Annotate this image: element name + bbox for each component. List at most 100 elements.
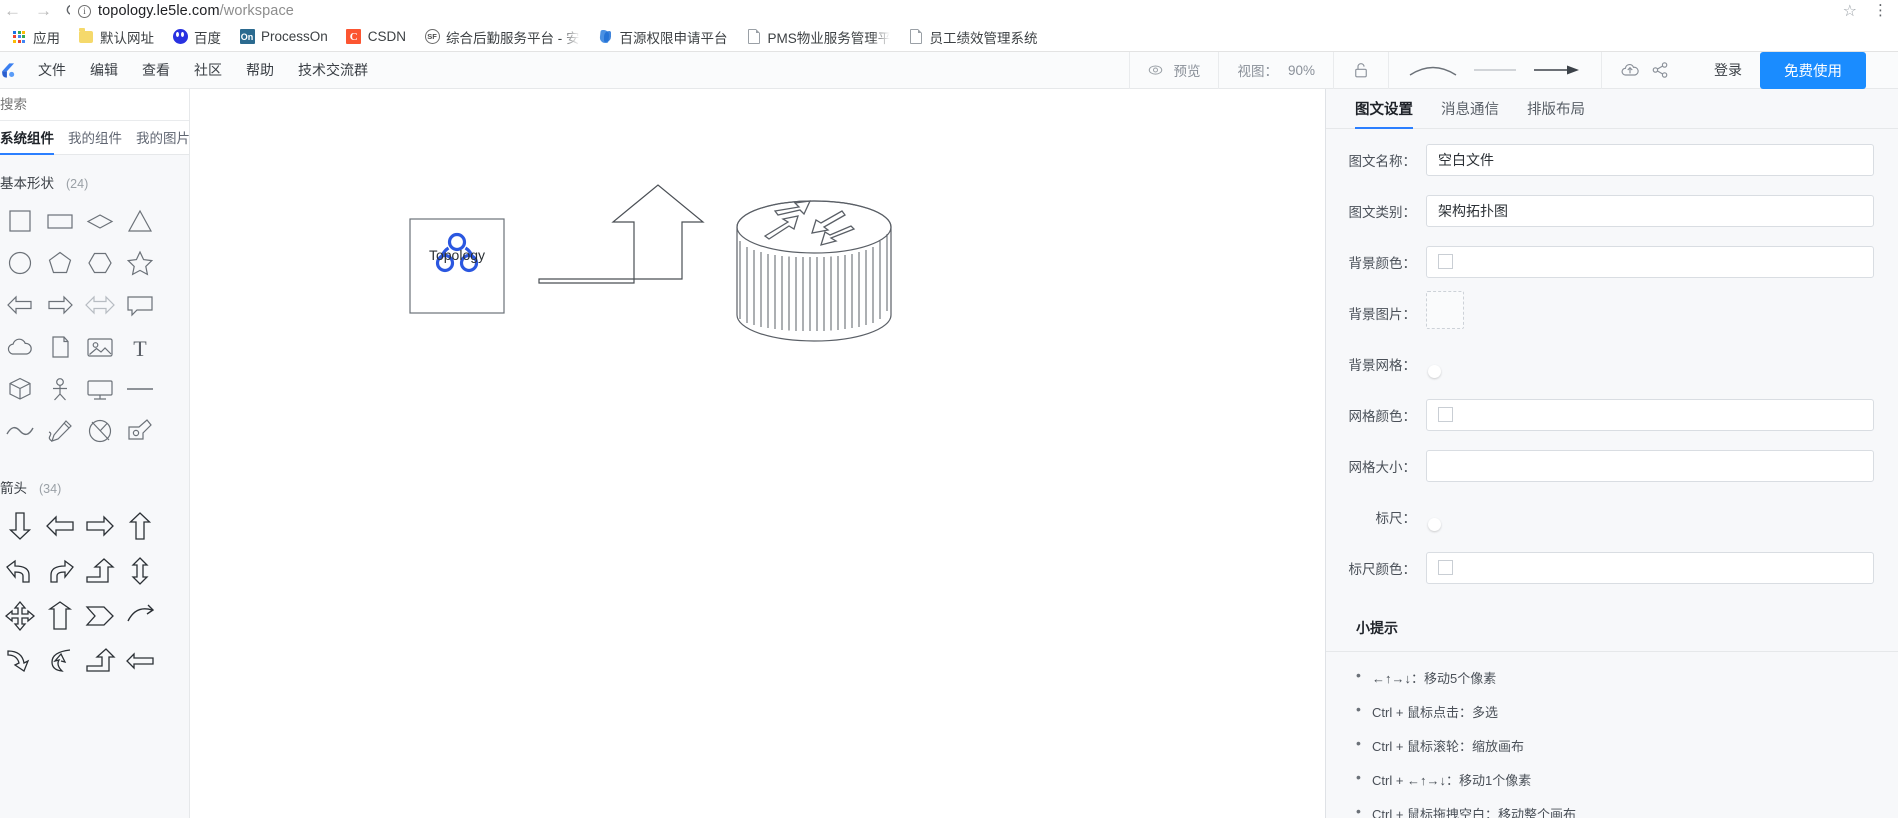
star-icon[interactable]: ☆: [1843, 1, 1857, 21]
shape-arrow-curve-down[interactable]: [0, 640, 40, 681]
topology-node[interactable]: Topology: [409, 218, 505, 314]
shape-arrow-swirl[interactable]: [40, 640, 80, 681]
shape-circle[interactable]: [0, 242, 40, 283]
view-zoom-control[interactable]: 视图： 90%: [1218, 51, 1333, 89]
graph-name-field[interactable]: [1426, 143, 1874, 176]
lock-button[interactable]: [1333, 51, 1388, 89]
bookmark-baiyuan-platform[interactable]: 百源权限申请平台: [589, 24, 737, 50]
graph-category-field[interactable]: [1426, 194, 1874, 227]
shape-person[interactable]: [40, 368, 80, 409]
shape-arrow-left[interactable]: [0, 284, 40, 325]
shape-hexagon[interactable]: [80, 242, 120, 283]
bookmark-pms-platform[interactable]: PMS物业服务管理平台: [737, 24, 899, 50]
shape-image[interactable]: [80, 326, 120, 367]
tab-layout[interactable]: 排版布局: [1527, 98, 1585, 128]
shape-arrow-pentagon[interactable]: [80, 595, 120, 636]
folder-icon: [78, 28, 94, 45]
bookmark-csdn[interactable]: C CSDN: [337, 24, 415, 50]
shape-arrow-four-way[interactable]: [0, 595, 40, 636]
shape-rectangle[interactable]: [40, 200, 80, 241]
login-button[interactable]: 登录: [1706, 60, 1750, 80]
shape-square[interactable]: [0, 200, 40, 241]
shape-line[interactable]: [120, 368, 160, 409]
bookmark-performance-system[interactable]: 员工绩效管理系统: [899, 24, 1047, 50]
search-input[interactable]: [0, 96, 180, 113]
forward-arrow-icon[interactable]: →: [35, 1, 52, 20]
shape-text[interactable]: T: [120, 326, 160, 367]
shape-diamond[interactable]: [80, 200, 120, 241]
free-use-button[interactable]: 免费使用: [1760, 51, 1866, 89]
menu-item-edit[interactable]: 编辑: [78, 56, 130, 84]
menu-item-file[interactable]: 文件: [26, 56, 78, 84]
shape-file[interactable]: [40, 326, 80, 367]
properties-panel: 图文设置 消息通信 排版布局 图文名称： 图文类别： 背景颜色：: [1325, 89, 1898, 818]
bookmark-label: 综合后勤服务平台 - 安: [446, 30, 580, 46]
grid-size-field[interactable]: [1426, 449, 1874, 482]
background-color-field[interactable]: [1426, 245, 1874, 278]
shape-cloud[interactable]: [0, 326, 40, 367]
menu-item-tech-group[interactable]: 技术交流群: [286, 56, 380, 84]
diagram-canvas[interactable]: Topology: [191, 89, 1325, 818]
up-arrow-node[interactable]: [538, 184, 705, 284]
kebab-menu-icon[interactable]: ⋮: [1873, 3, 1888, 18]
shape-arrow-right-thick[interactable]: [80, 505, 120, 546]
shape-arrow-curve-right[interactable]: [40, 550, 80, 591]
shape-arrow-double[interactable]: [80, 284, 120, 325]
shape-cube[interactable]: [0, 368, 40, 409]
tab-message-communication[interactable]: 消息通信: [1441, 98, 1499, 128]
color-swatch-icon: [1438, 407, 1453, 422]
info-circle-icon[interactable]: i: [78, 4, 91, 18]
shape-arrow-arc[interactable]: [120, 595, 160, 636]
topology-node-label: Topology: [429, 247, 485, 263]
sidebar-tab-my-images[interactable]: 我的图片: [136, 127, 189, 154]
background-image-dropzone[interactable]: [1426, 291, 1464, 329]
back-arrow-icon[interactable]: ←: [4, 1, 21, 20]
bookmark-label: CSDN: [367, 29, 407, 44]
shape-arrow-up-thick[interactable]: [120, 505, 160, 546]
bookmark-apps[interactable]: 应用: [2, 24, 69, 50]
sidebar-tab-system-components[interactable]: 系统组件: [0, 127, 54, 155]
ruler-color-field[interactable]: [1426, 551, 1874, 584]
menu-item-community[interactable]: 社区: [182, 56, 234, 84]
shape-arrow-bend-left[interactable]: [80, 640, 120, 681]
arrow-line-icon[interactable]: [1531, 61, 1583, 79]
curve-line-icon[interactable]: [1407, 61, 1459, 79]
shape-pentagon[interactable]: [40, 242, 80, 283]
bookmark-processon[interactable]: On ProcessOn: [230, 24, 337, 50]
shape-pencil[interactable]: [40, 410, 80, 451]
omnibox[interactable]: i topology.le5le.com/workspace: [70, 0, 1843, 22]
shape-arrow-long-left[interactable]: [120, 640, 160, 681]
bookmark-logistics-platform[interactable]: SF 综合后勤服务平台 - 安: [415, 24, 589, 50]
shape-arrow-up-block[interactable]: [40, 595, 80, 636]
tab-graph-settings[interactable]: 图文设置: [1355, 98, 1413, 129]
shape-wave[interactable]: [0, 410, 40, 451]
shape-monitor[interactable]: [80, 368, 120, 409]
tip-item: Ctrl + 鼠标滚轮：缩放画布: [1356, 735, 1898, 755]
shape-arrow-down-thick[interactable]: [0, 505, 40, 546]
share-icon[interactable]: [1650, 60, 1670, 80]
shape-triangle[interactable]: [120, 200, 160, 241]
preview-button[interactable]: 预览: [1129, 51, 1218, 89]
shape-arrow-left-thick[interactable]: [40, 505, 80, 546]
shape-arrow-curve-left[interactable]: [0, 550, 40, 591]
menu-item-help[interactable]: 帮助: [234, 56, 286, 84]
sidebar-tab-my-components[interactable]: 我的组件: [68, 127, 122, 154]
shape-arrow-bend-up[interactable]: [80, 550, 120, 591]
bookmark-baidu[interactable]: 百度: [163, 24, 230, 50]
menu-item-view[interactable]: 查看: [130, 56, 182, 84]
shape-arrow-up-down[interactable]: [120, 550, 160, 591]
ruler-color-control: [1426, 551, 1874, 584]
preview-label: 预览: [1173, 64, 1201, 79]
le5le-logo-icon[interactable]: [0, 61, 18, 80]
bookmark-default-url[interactable]: 默认网址: [69, 24, 163, 50]
grid-color-field[interactable]: [1426, 398, 1874, 431]
shape-star[interactable]: [120, 242, 160, 283]
cloud-upload-icon[interactable]: [1620, 60, 1640, 80]
database-node[interactable]: [736, 200, 892, 342]
shape-pen-nib[interactable]: [120, 410, 160, 451]
straight-line-icon[interactable]: [1469, 61, 1521, 79]
shape-clock[interactable]: [80, 410, 120, 451]
unlock-icon: [1352, 61, 1370, 79]
shape-arrow-right[interactable]: [40, 284, 80, 325]
shape-speech-bubble[interactable]: [120, 284, 160, 325]
